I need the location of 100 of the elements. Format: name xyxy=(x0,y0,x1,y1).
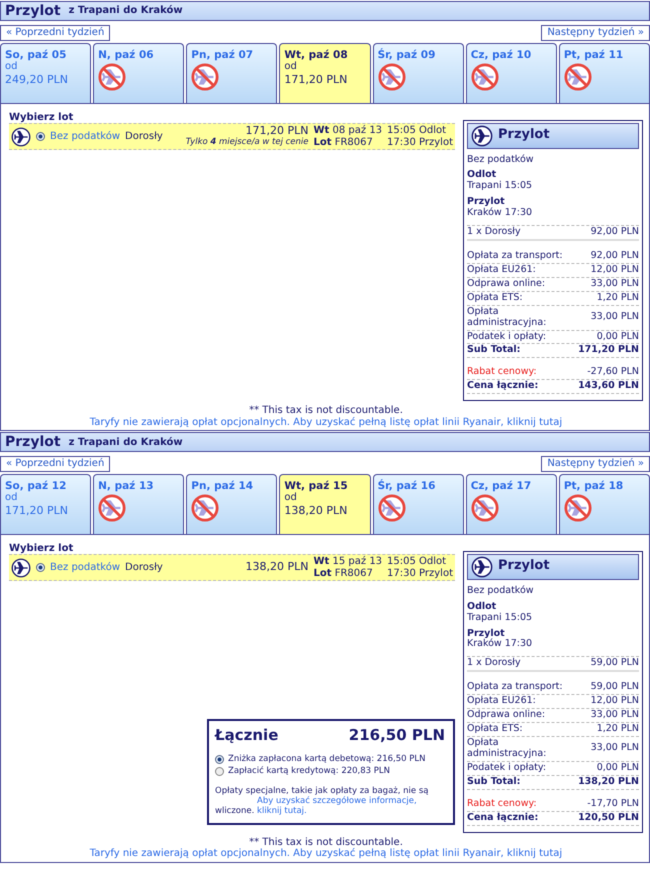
flight-radio[interactable] xyxy=(36,563,45,572)
no-flight-icon xyxy=(378,62,406,91)
footnote: ** This tax is not discountable. xyxy=(248,405,404,417)
line-value: 33,00 PLN xyxy=(590,278,639,290)
payment-option: Zniżka zapłacona kartą debetową: 216,50 PLN xyxy=(228,754,426,764)
payment-radio[interactable] xyxy=(215,767,224,776)
departure-label: Odlot xyxy=(467,602,498,612)
fees-link[interactable]: Taryfy nie zawierają opłat opcjonalnych. Aby uzyskać pełną listę opłat linii Ryanair, kliknij tutaj xyxy=(90,416,562,428)
day-tab[interactable]: N, paź 13 xyxy=(93,474,184,534)
choose-flight-heading: Wybierz lot xyxy=(9,542,74,554)
day-price: 138,20 PLN xyxy=(284,505,348,518)
footnote: ** This tax is not discountable. xyxy=(248,836,404,848)
day-tab[interactable]: Cz, paź 17 xyxy=(466,474,557,534)
day-label: So, paź 12 xyxy=(5,480,66,492)
payment-radio[interactable] xyxy=(215,754,224,764)
no-flight-icon xyxy=(191,62,220,91)
previous-week-link[interactable]: « Poprzedni tydzień xyxy=(0,456,110,472)
airplane-icon xyxy=(11,126,31,146)
day-label: Pt, paź 18 xyxy=(564,480,624,492)
line-label: Opłata administracyjna: xyxy=(467,738,548,760)
seats-note: Tylko 4 miejsce/a w tej cenie xyxy=(186,138,309,148)
day-tab[interactable]: Pn, paź 07 xyxy=(186,42,278,102)
arrival-label: Przylot xyxy=(467,197,506,208)
airplane-icon xyxy=(471,556,493,578)
flight-price: 171,20 PLN xyxy=(246,125,309,138)
fees-link[interactable]: Taryfy nie zawierają opłat opcjonalnych. Aby uzyskać pełną listę opłat linii Ryanair, kliknij tutaj xyxy=(90,848,562,859)
line-label: Opłata EU261: xyxy=(467,696,536,708)
day-label: N, paź 13 xyxy=(98,480,154,492)
flight-number: Lot FR8067 xyxy=(314,568,374,580)
line-value: 92,00 PLN xyxy=(590,227,639,238)
day-label: Wt, paź 15 xyxy=(284,480,348,492)
line-value: 143,60 PLN xyxy=(578,381,639,392)
details-link[interactable]: Aby uzyskać szczegółowe informacje, kliknij tutaj. xyxy=(257,796,422,816)
flight-row[interactable]: Bez podatków Dorosły 138,20 PLN Wt 15 paź 13 Lot FR8067 15:05 Odlot 17:30 Przylot xyxy=(9,554,455,582)
total-amount: 216,50 PLN xyxy=(348,727,445,745)
fare-type: Bez podatków xyxy=(467,154,535,166)
line-value: 59,00 PLN xyxy=(590,682,639,694)
line-label: Opłata ETS: xyxy=(467,724,523,735)
line-label: Rabat cenowy: xyxy=(467,367,537,378)
day-tab[interactable]: Pt, paź 11 xyxy=(558,42,650,102)
day-label: Cz, paź 17 xyxy=(470,480,532,492)
day-tab[interactable]: So, paź 05 od 249,20 PLN xyxy=(0,42,92,102)
line-value: 33,00 PLN xyxy=(590,710,639,722)
day-label: Cz, paź 10 xyxy=(470,48,532,61)
day-price: 171,20 PLN xyxy=(5,505,68,518)
flight-date: Wt 08 paź 13 xyxy=(314,125,382,136)
departure-time: 15:05 Odlot xyxy=(387,125,448,136)
day-tab[interactable]: Pt, paź 18 xyxy=(558,474,650,534)
fare-link[interactable]: Bez podatków xyxy=(50,130,120,142)
line-label: Sub Total: xyxy=(467,345,520,356)
day-price: 249,20 PLN xyxy=(5,74,68,87)
fare-link[interactable]: Bez podatków xyxy=(50,562,120,574)
day-tab[interactable]: Cz, paź 10 xyxy=(466,42,557,102)
day-tab[interactable]: So, paź 12 od 171,20 PLN xyxy=(0,474,92,534)
line-label: Rabat cenowy: xyxy=(467,798,537,810)
line-label: Odprawa online: xyxy=(467,278,546,290)
no-flight-icon xyxy=(564,494,592,522)
line-label: Cena łącznie: xyxy=(467,381,538,392)
arrival-time: 17:30 Przylot xyxy=(387,568,453,580)
no-flight-icon xyxy=(470,494,499,522)
from-label: od xyxy=(284,492,297,504)
line-value: 12,00 PLN xyxy=(590,264,639,276)
next-week-link[interactable]: Następny tydzień » xyxy=(541,25,650,40)
airplane-icon xyxy=(471,124,493,146)
line-label: Opłata administracyjna: xyxy=(467,306,548,329)
line-value: 33,00 PLN xyxy=(590,743,639,754)
from-label: od xyxy=(5,60,18,72)
line-value: 1,20 PLN xyxy=(596,292,639,304)
line-value: 33,00 PLN xyxy=(590,312,639,324)
day-label: Wt, paź 08 xyxy=(284,48,348,61)
line-label: Opłata ETS: xyxy=(467,292,523,304)
day-label: N, paź 06 xyxy=(98,48,154,61)
section-title: Przylot xyxy=(5,434,61,450)
line-value: 92,00 PLN xyxy=(590,251,639,262)
arrival-time: 17:30 Przylot xyxy=(387,136,453,148)
passenger-type: Dorosły xyxy=(125,130,163,142)
next-week-link[interactable]: Następny tydzień » xyxy=(541,456,650,472)
day-price: 171,20 PLN xyxy=(284,74,348,87)
day-tab[interactable]: N, paź 06 xyxy=(93,42,184,102)
arrival-label: Przylot xyxy=(467,628,506,639)
line-label: 1 x Dorosły xyxy=(467,658,521,670)
line-label: Cena łącznie: xyxy=(467,812,538,824)
summary-title: Przylot xyxy=(498,559,550,574)
line-label: Sub Total: xyxy=(467,776,520,788)
flight-row[interactable]: Bez podatków Dorosły 171,20 PLN Tylko 4 miejsce/a w tej cenie Wt 08 paź 13 Lot FR8067 15:05 Odlot 17:30 Przylot xyxy=(9,123,455,150)
day-label: Pt, paź 11 xyxy=(564,48,624,61)
section-title: Przylot xyxy=(5,2,61,20)
day-tab[interactable]: Pn, paź 14 xyxy=(186,474,278,534)
line-value: 0,00 PLN xyxy=(596,762,639,774)
line-value: 138,20 PLN xyxy=(578,776,639,788)
no-flight-icon xyxy=(378,494,406,522)
line-value: -17,70 PLN xyxy=(587,798,639,810)
day-label: Pn, paź 07 xyxy=(191,48,254,61)
day-tab[interactable]: Wt, paź 08 od 171,20 PLN xyxy=(279,42,371,102)
payment-option: Zapłacić kartą kredytową: 220,83 PLN xyxy=(228,767,390,778)
day-tab[interactable]: Śr, paź 16 xyxy=(372,474,464,534)
day-tab[interactable]: Śr, paź 09 xyxy=(372,42,464,102)
previous-week-link[interactable]: « Poprzedni tydzień xyxy=(0,25,110,40)
day-tab[interactable]: Wt, paź 15 od 138,20 PLN xyxy=(279,474,371,534)
flight-radio[interactable] xyxy=(36,132,45,141)
